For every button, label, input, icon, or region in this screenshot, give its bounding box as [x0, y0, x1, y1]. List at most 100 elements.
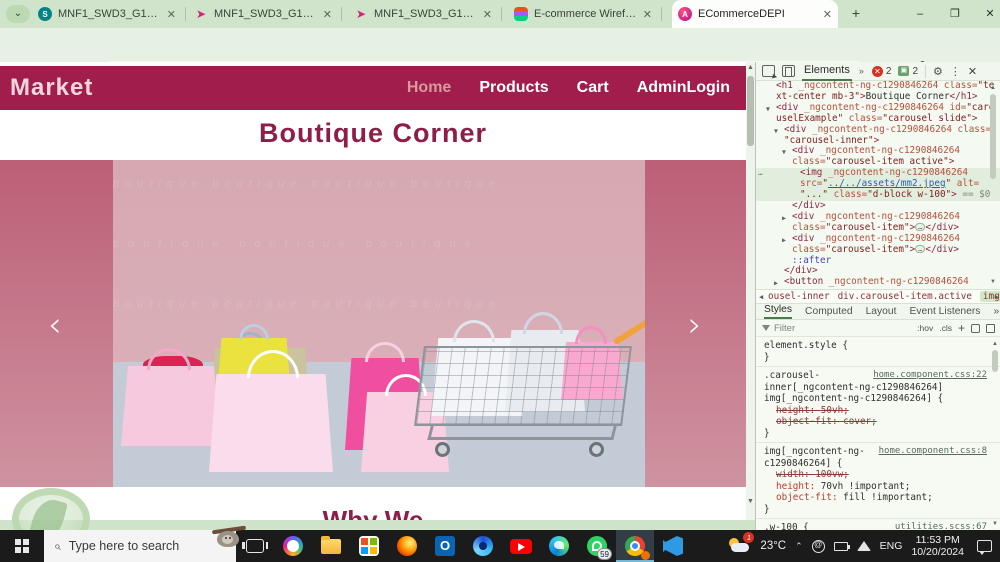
styles-scrollbar[interactable]: ▲ ▼ [990, 339, 1000, 529]
system-tray: 1 23°C ⌃ ENG 11:53 PM 10/20/2024 [727, 532, 1000, 558]
css-property[interactable]: object-fit: fill !important; [764, 492, 987, 504]
taskbar-edge-icon[interactable] [540, 530, 578, 562]
action-center-icon[interactable] [977, 540, 992, 555]
taskbar-youtube-icon[interactable] [502, 530, 540, 562]
cart-chassis [427, 426, 617, 440]
start-button[interactable] [0, 530, 44, 562]
tab-favicon-plane: ➤ [195, 7, 207, 21]
page-vertical-scrollbar[interactable]: ▲ ▼ [746, 62, 755, 520]
panel-tab-styles[interactable]: Styles [764, 304, 793, 319]
toggle-hov-button[interactable]: :hov [917, 323, 933, 333]
tab-close-icon[interactable]: ✕ [483, 8, 492, 21]
devtools-more-tabs-icon[interactable]: » [859, 66, 865, 76]
temperature-label[interactable]: 23°C [760, 540, 786, 552]
css-property[interactable]: width: 100vw; [764, 469, 987, 481]
color-scheme-button[interactable] [971, 323, 980, 333]
panel-tab-»[interactable]: » [993, 306, 999, 319]
breadcrumb-right-arrow[interactable]: ▶ [995, 293, 999, 301]
devtools-kebab-icon[interactable]: ⋮ [950, 65, 961, 78]
site-brand[interactable]: Market [10, 74, 93, 102]
new-tab-button[interactable]: + [846, 4, 866, 24]
styles-rule-list[interactable]: element.style {} home.component.css:22 .ca… [756, 337, 1000, 530]
stylesheet-source-link[interactable]: _utilities.scss:67 [889, 522, 987, 530]
nav-link-adminlogin[interactable]: AdminLogin [637, 79, 730, 97]
taskbar-copilot-icon[interactable] [274, 530, 312, 562]
weather-icon[interactable]: 1 [727, 532, 755, 556]
panel-tab-computed[interactable]: Computed [805, 306, 853, 319]
battery-icon[interactable] [833, 541, 850, 551]
css-property[interactable]: object-fit: cover; [764, 416, 987, 428]
taskbar-search-box[interactable]: ⌕ Type here to search [44, 525, 247, 562]
taskbar-whatsapp-icon[interactable]: 59 [578, 530, 616, 562]
tab-close-icon[interactable]: ✕ [323, 8, 332, 21]
tray-account-icon[interactable] [811, 539, 825, 553]
devtools-settings-icon[interactable]: ⚙ [933, 65, 943, 78]
wifi-icon[interactable] [856, 541, 871, 551]
devtools-close-icon[interactable]: ✕ [968, 65, 977, 78]
nav-link-home[interactable]: Home [407, 79, 451, 97]
toggle-cls-button[interactable]: .cls [939, 323, 952, 333]
tray-overflow-chevron[interactable]: ⌃ [795, 541, 803, 552]
code-token: <img [800, 167, 823, 179]
panel-tab-event-listeners[interactable]: Event Listeners [909, 306, 980, 319]
breadcrumb-left-arrow[interactable]: ◀ [759, 293, 763, 301]
taskbar-outlook-icon[interactable]: O [426, 530, 464, 562]
console-error-icon[interactable]: ✕ [871, 65, 883, 77]
elements-scrollbar[interactable]: ▲ ▼ [988, 83, 998, 287]
computed-sidebar-button[interactable] [986, 323, 995, 333]
stylesheet-source-link[interactable]: home.component.css:8 [879, 446, 987, 458]
taskbar-clock[interactable]: 11:53 PM 10/20/2024 [911, 534, 964, 558]
dom-tree-line[interactable]: ▶ <button _ngcontent-ng-c1290846264 [756, 276, 1000, 289]
vscroll-thumb[interactable] [747, 76, 754, 146]
vscroll-down-arrow[interactable]: ▼ [746, 496, 755, 508]
vscroll-up-arrow[interactable]: ▲ [746, 62, 755, 74]
stylesheet-source-link[interactable]: home.component.css:22 [873, 370, 987, 382]
device-toolbar-icon[interactable] [782, 65, 795, 77]
issues-icon[interactable]: ▣ [898, 66, 910, 76]
nav-link-cart[interactable]: Cart [577, 79, 609, 97]
taskbar-swirl-icon[interactable] [464, 530, 502, 562]
taskbar-chrome-icon[interactable] [616, 530, 654, 562]
css-property-value: 70vh !important; [820, 480, 911, 492]
carousel-next-button[interactable]: › [688, 305, 702, 345]
browser-tab[interactable]: S MNF1_SWD3_G1e - Home ✕ [32, 0, 182, 28]
css-property[interactable]: height: 70vh !important; [764, 481, 987, 493]
window-close-button[interactable]: ✕ [975, 4, 1000, 24]
language-indicator[interactable]: ENG [880, 540, 903, 552]
css-rule[interactable]: _utilities.scss:67.w-100 {width: 100% !i… [756, 519, 1000, 530]
elements-dom-tree[interactable]: <h1 _ngcontent-ng-c1290846264 class="te x… [756, 81, 1000, 289]
browser-tab[interactable]: ➤ MNF1_SWD3_G1e Yara Ibrah ✕ [348, 0, 498, 28]
css-property[interactable]: height: 50vh; [764, 405, 987, 417]
code-token: _ngcontent-ng-c1290846264 [798, 101, 944, 113]
browser-tab[interactable]: E-commerce Wireframe – Fig ✕ [508, 0, 658, 28]
css-rule[interactable]: home.component.css:8 img[_ngcontent-ng-c1… [756, 443, 1000, 519]
taskbar-store-icon[interactable] [350, 530, 388, 562]
new-style-rule-button[interactable]: + [958, 321, 965, 335]
inspect-element-icon[interactable] [762, 65, 775, 77]
taskbar-firefox-icon[interactable] [388, 530, 426, 562]
breadcrumb-item[interactable]: ousel-inner [768, 291, 830, 302]
breadcrumb-item[interactable]: div.carousel-item.active [838, 291, 972, 302]
devtools-tab-elements[interactable]: Elements [802, 62, 852, 81]
tab-close-icon[interactable]: ✕ [823, 8, 832, 21]
browser-tab[interactable]: ➤ MNF1_SWD3_G1e Yara Ibrah ✕ [188, 0, 338, 28]
carousel-prev-button[interactable]: ‹ [48, 305, 62, 345]
window-maximize-button[interactable]: ❐ [940, 4, 970, 24]
code-token: == $0 [956, 189, 991, 201]
dom-gutter-marker[interactable]: … [758, 168, 763, 179]
taskbar-explorer-icon[interactable] [312, 530, 350, 562]
tab-close-icon[interactable]: ✕ [167, 8, 176, 21]
code-token: <div [784, 123, 807, 135]
taskbar-vscode-icon[interactable] [654, 530, 692, 562]
panel-tab-layout[interactable]: Layout [866, 306, 897, 319]
css-rule[interactable]: home.component.css:22 .carousel-inner[_ng… [756, 367, 1000, 443]
css-rule[interactable]: element.style {} [756, 337, 1000, 367]
code-token: "d-block w-100" [867, 189, 952, 201]
tab-search-button[interactable]: ⌄ [6, 5, 30, 23]
nav-link-products[interactable]: Products [479, 79, 548, 97]
styles-filter-input[interactable]: Filter [774, 323, 795, 334]
browser-tab[interactable]: A ECommerceDEPI ✕ [672, 0, 838, 28]
expand-arrow-icon[interactable]: ▶ [774, 278, 778, 289]
tab-close-icon[interactable]: ✕ [643, 8, 652, 21]
window-minimize-button[interactable]: – [905, 4, 935, 24]
